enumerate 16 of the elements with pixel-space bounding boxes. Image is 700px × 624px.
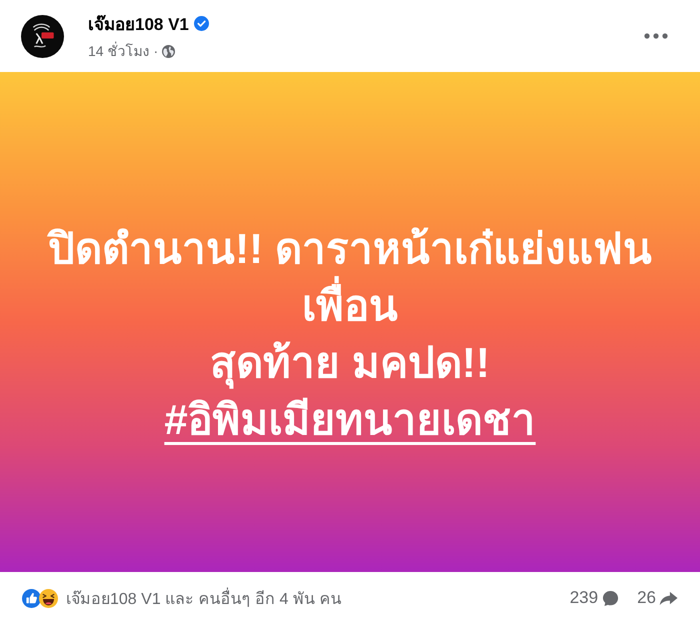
comment-count[interactable]: 239: [570, 588, 598, 608]
share-count[interactable]: 26: [637, 588, 656, 608]
post-text: ปิดตำนาน!! ดาราหน้าเก๋แย่งแฟนเพื่อน: [46, 224, 653, 331]
share-arrow-icon: [659, 590, 678, 606]
hashtag-link[interactable]: #อิพิมเมียทนายเดชา: [164, 391, 536, 448]
separator-dot: ·: [153, 43, 158, 59]
comment-bubble-icon: [601, 590, 620, 606]
like-icon: [22, 588, 41, 608]
globe-icon: [162, 44, 176, 58]
post-time[interactable]: 14 ชั่วโมง: [88, 40, 150, 62]
reactions-summary[interactable]: เจ๊มอย108 V1 และ คนอื่นๆ อีก 4 พัน คน: [66, 586, 342, 610]
post-text: สุดท้าย มคปด!!: [210, 334, 490, 391]
author-name[interactable]: เจ๊มอย108 V1: [88, 10, 189, 37]
avatar-logo-icon[interactable]: [21, 14, 64, 58]
laughing-emoji-icon: [39, 588, 58, 608]
more-options-icon[interactable]: [644, 33, 668, 39]
